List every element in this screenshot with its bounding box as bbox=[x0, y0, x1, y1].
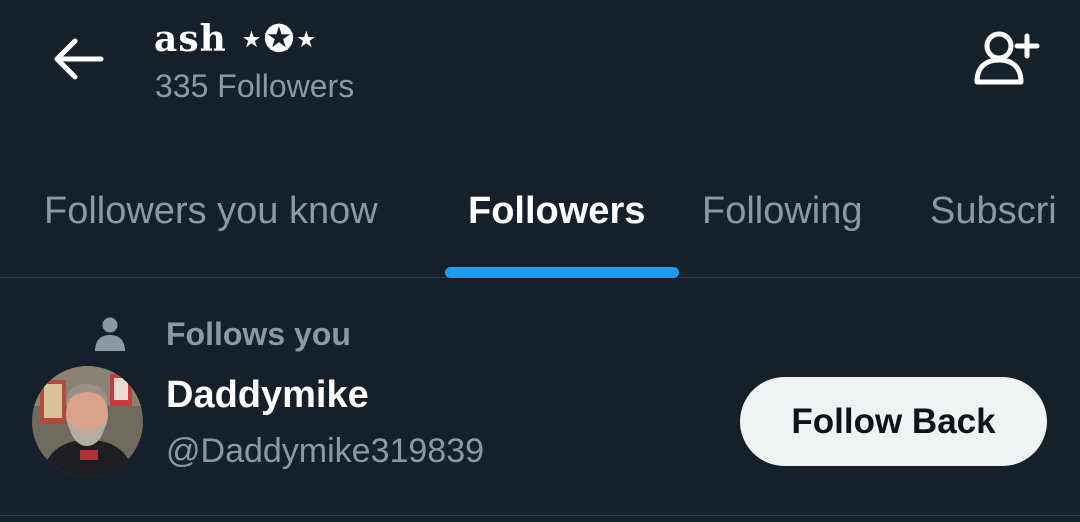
arrow-left-icon bbox=[54, 38, 104, 80]
followers-page: ash ⋆✪⋆ 335 Followers Followers you know… bbox=[0, 0, 1080, 522]
back-button[interactable] bbox=[44, 28, 112, 90]
person-icon bbox=[95, 317, 125, 351]
tab-subscriptions[interactable]: Subscri bbox=[930, 190, 1057, 233]
follower-count: 335 Followers bbox=[155, 68, 355, 104]
tab-following[interactable]: Following bbox=[702, 190, 863, 233]
follow-back-button[interactable]: Follow Back bbox=[740, 377, 1047, 466]
add-user-button[interactable] bbox=[966, 26, 1046, 90]
row-divider bbox=[0, 515, 1080, 516]
tab-followers-you-know[interactable]: Followers you know bbox=[44, 190, 378, 233]
page-title: ash ⋆✪⋆ bbox=[154, 18, 319, 60]
user-display-name[interactable]: Daddymike bbox=[166, 374, 369, 417]
tab-followers[interactable]: Followers bbox=[468, 190, 645, 233]
follows-you-label: Follows you bbox=[166, 316, 351, 352]
user-handle: @Daddymike319839 bbox=[166, 432, 485, 470]
tab-bar: Followers you know Followers Following S… bbox=[0, 168, 1080, 278]
add-user-icon bbox=[974, 31, 1040, 85]
avatar[interactable] bbox=[32, 366, 143, 477]
active-tab-indicator bbox=[445, 267, 679, 278]
